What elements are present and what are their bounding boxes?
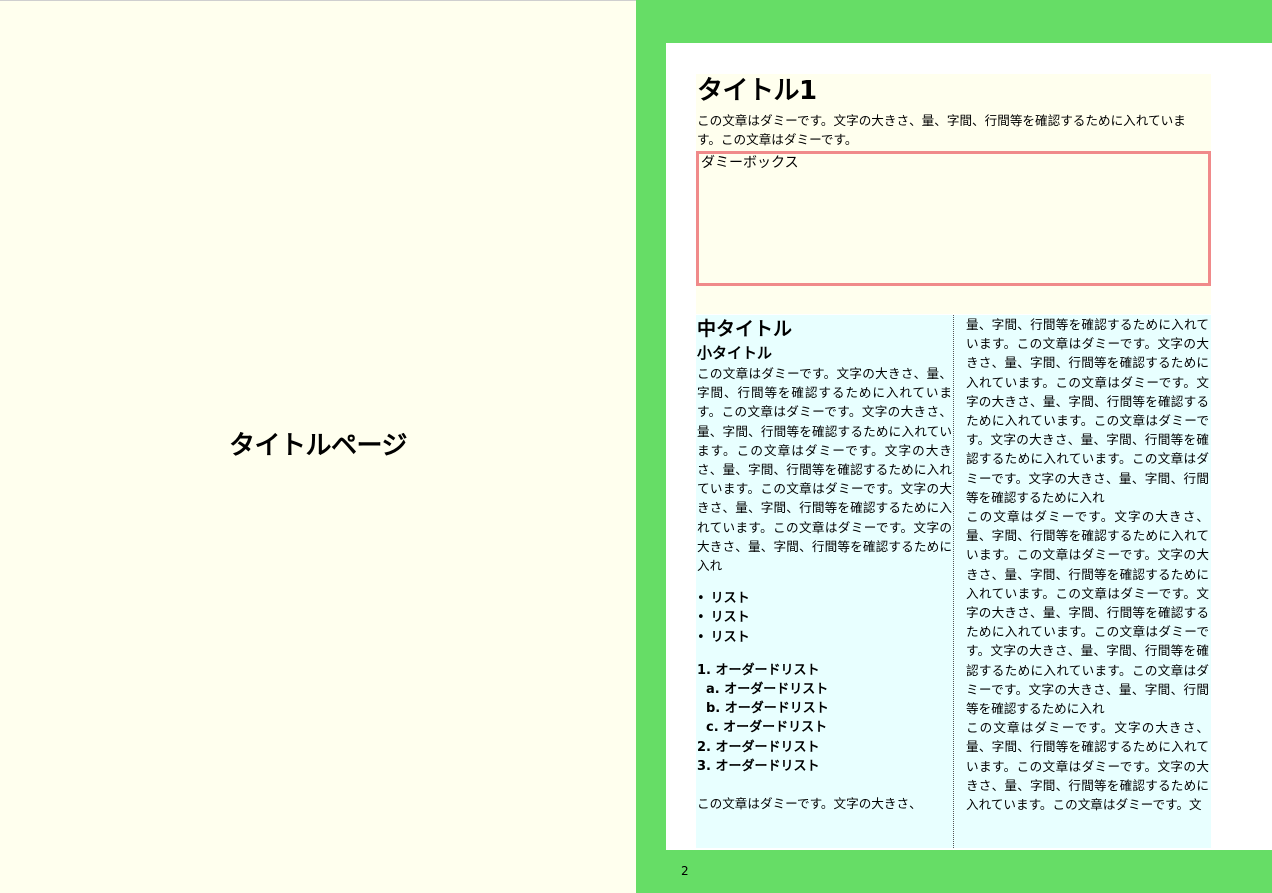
ordered-item: 3. オーダードリスト — [697, 758, 820, 774]
bullet-list: リスト リスト リスト — [696, 589, 953, 647]
right-column: 量、字間、行間等を確認するために入れています。この文章はダミーです。文字の大きさ… — [953, 315, 1211, 848]
column-paragraph: 量、字間、行間等を確認するために入れています。この文章はダミーです。文字の大きさ… — [966, 317, 1209, 505]
mid-title: 中タイトル — [697, 318, 793, 340]
ordered-subitem: b. オーダードリスト — [706, 701, 829, 717]
ordered-item-label: 1. オーダードリスト — [697, 662, 820, 678]
ordered-list: 1. オーダードリスト a. オーダードリスト b. オーダードリスト c. オ… — [696, 661, 953, 776]
ordered-sublist: a. オーダードリスト b. オーダードリスト c. オーダードリスト — [697, 680, 953, 738]
ordered-item: 2. オーダードリスト — [697, 739, 820, 755]
trailing-paragraph: この文章はダミーです。文字の大きさ、 — [697, 796, 922, 812]
column-paragraph: この文章はダミーです。文字の大きさ、量、字間、行間等を確認するために入れています… — [966, 509, 1209, 717]
title-page: タイトルページ — [0, 0, 636, 893]
dummy-box: ダミーボックス — [696, 151, 1211, 286]
title-page-heading: タイトルページ — [229, 431, 407, 461]
content-page: タイトル1 この文章はダミーです。文字の大きさ、量、字間、行間等を確認するために… — [636, 0, 1272, 893]
intro-paragraph: この文章はダミーです。文字の大きさ、量、字間、行間等を確認するために入れています… — [697, 113, 1186, 147]
small-title: 小タイトル — [697, 344, 773, 362]
bullet-item: リスト — [697, 589, 953, 608]
page-title: タイトル1 — [697, 76, 817, 106]
page-number: 2 — [681, 864, 689, 878]
page-sheet: タイトル1 この文章はダミーです。文字の大きさ、量、字間、行間等を確認するために… — [666, 43, 1272, 850]
ordered-subitem: a. オーダードリスト — [706, 682, 829, 698]
column-paragraph: この文章はダミーです。文字の大きさ、量、字間、行間等を確認するために入れています… — [966, 720, 1209, 813]
bullet-item: リスト — [697, 608, 953, 627]
bullet-item: リスト — [697, 628, 953, 647]
ordered-subitem: c. オーダードリスト — [706, 720, 828, 736]
dummy-box-label: ダミーボックス — [701, 155, 799, 171]
title-section: タイトル1 この文章はダミーです。文字の大きさ、量、字間、行間等を確認するために… — [696, 74, 1211, 314]
left-column: 中タイトル 小タイトル この文章はダミーです。文字の大きさ、量、字間、行間等を確… — [696, 315, 953, 848]
ordered-item: 1. オーダードリスト a. オーダードリスト b. オーダードリスト c. オ… — [697, 661, 953, 738]
body-paragraph: この文章はダミーです。文字の大きさ、量、字間、行間等を確認するために入れています… — [697, 366, 952, 574]
